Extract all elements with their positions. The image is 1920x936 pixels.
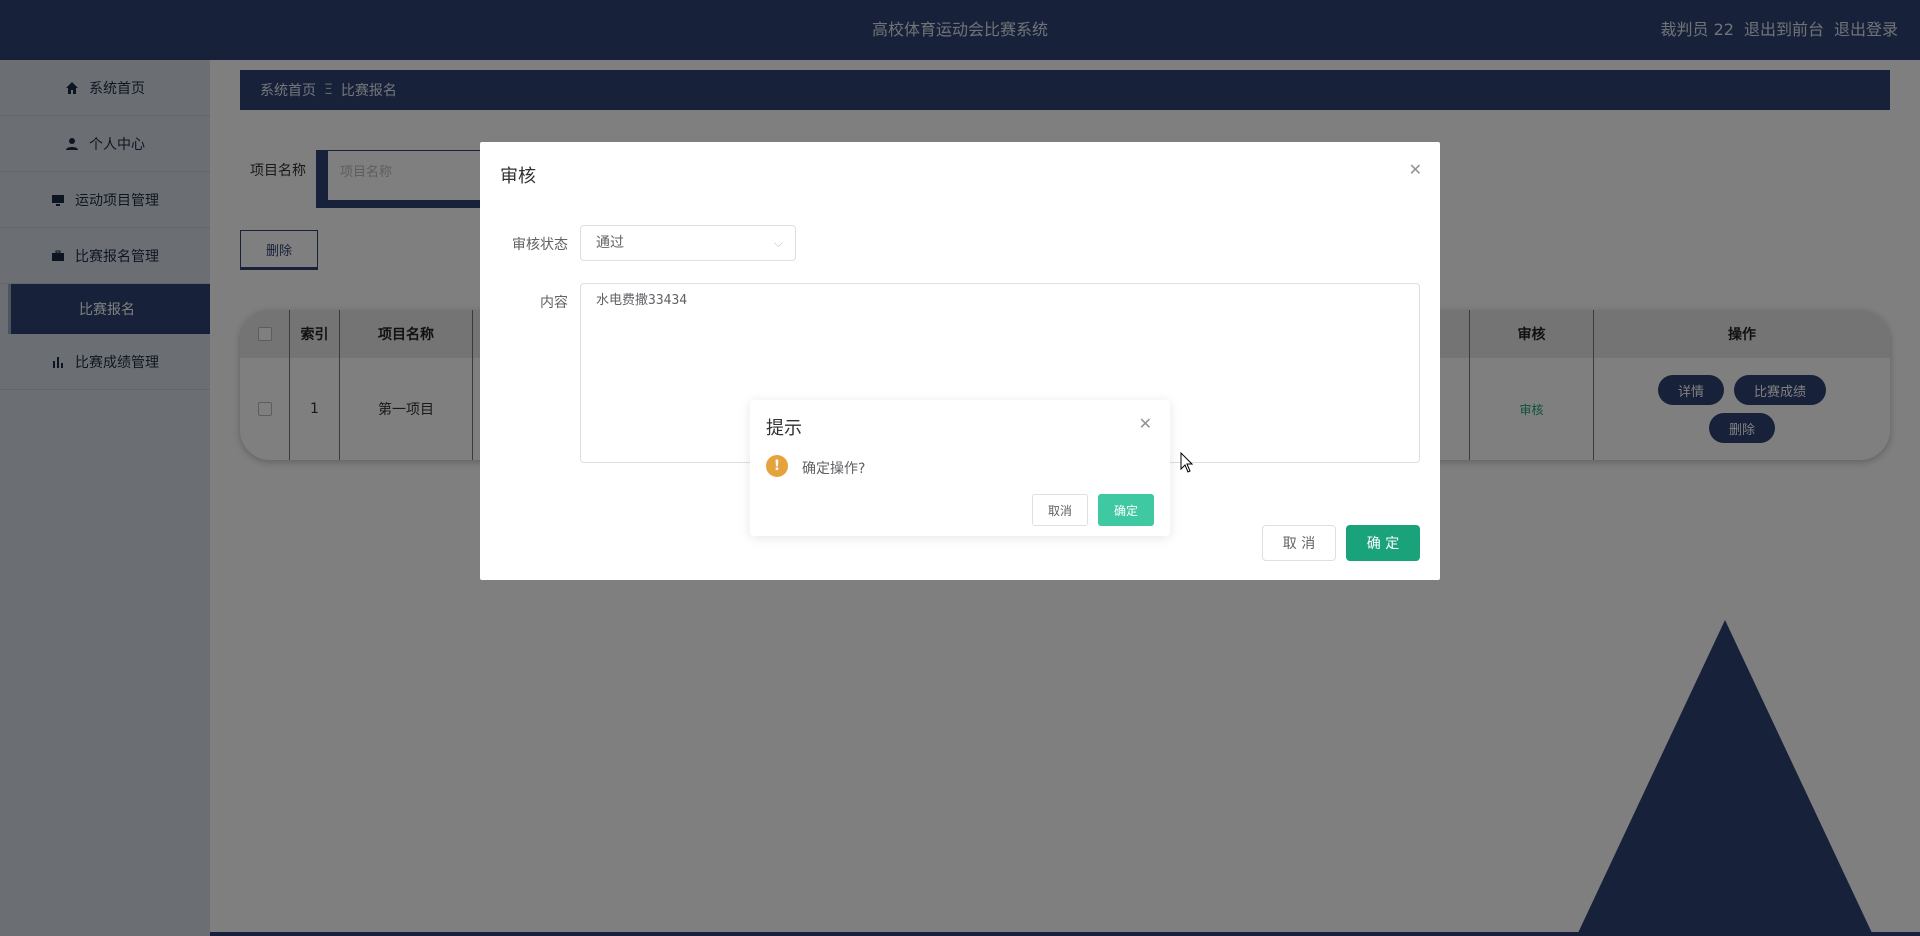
close-icon[interactable]: ✕ [1409, 160, 1422, 179]
status-value: 通过 [596, 235, 624, 251]
message-text: 确定操作? [802, 461, 866, 477]
chevron-down-icon: ⌵ [773, 236, 783, 250]
message-cancel-button[interactable]: 取消 [1032, 494, 1088, 526]
warning-icon: ! [766, 455, 788, 477]
close-icon[interactable]: ✕ [1139, 414, 1152, 433]
confirm-message-box: 提示 ✕ ! 确定操作? 取消 确定 [750, 400, 1170, 536]
status-label: 审核状态 [512, 237, 568, 253]
message-confirm-button[interactable]: 确定 [1098, 494, 1154, 526]
dialog-confirm-button[interactable]: 确 定 [1346, 525, 1420, 561]
mouse-cursor-icon [1180, 452, 1194, 473]
status-select[interactable]: 通过 ⌵ [580, 225, 796, 261]
dialog-title: 审核 [500, 166, 536, 187]
dialog-cancel-button[interactable]: 取 消 [1262, 525, 1336, 561]
message-title: 提示 [766, 418, 802, 439]
content-label: 内容 [540, 295, 568, 311]
